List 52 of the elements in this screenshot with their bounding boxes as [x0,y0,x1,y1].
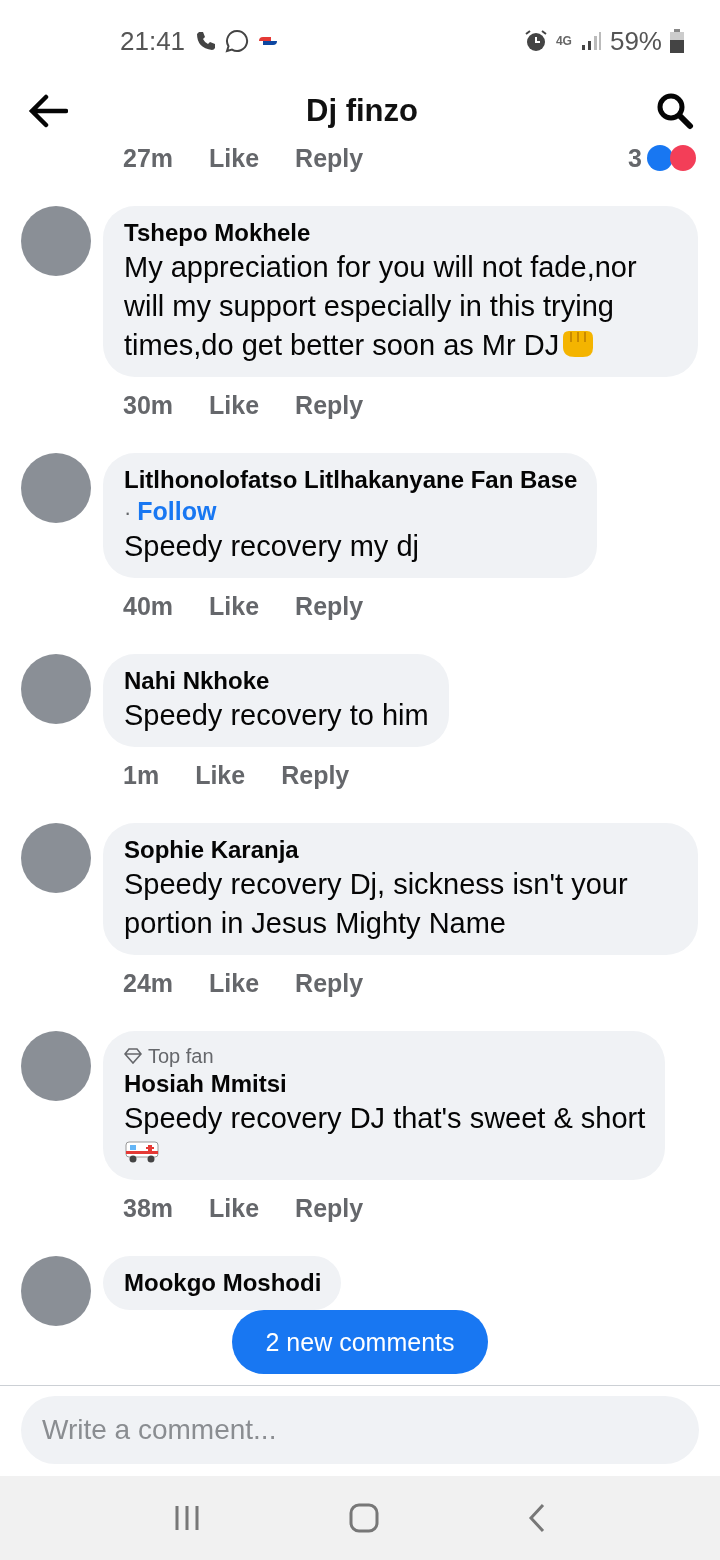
top-fan-label: Top fan [148,1044,214,1069]
signal-icon [579,30,602,52]
battery-icon [670,29,684,53]
commenter-name[interactable]: Sophie Karanja [124,835,678,865]
commenter-name[interactable]: Nahi Nkhoke [124,666,429,696]
reply-link[interactable]: Reply [295,390,364,420]
comment-text: My appreciation for you will not fade,nor will my support especially in this trying times,do get better soon as Mr DJ [124,251,637,361]
reply-link[interactable]: Reply [295,968,364,998]
like-link[interactable]: Like [209,143,260,173]
network-type: 4G [555,34,572,48]
like-link[interactable]: Like [209,591,260,621]
comment-text: Speedy recovery my dj [124,530,419,562]
app-logo-icon [257,35,280,47]
diamond-icon [124,1048,142,1064]
reply-link[interactable]: Reply [295,143,364,173]
comment-text: Speedy recovery DJ that's sweet & short [124,1102,646,1134]
commenter-name[interactable]: Mookgo Moshodi [124,1268,322,1298]
back-arrow-icon[interactable] [28,94,68,128]
comment-text: Speedy recovery Dj, sickness isn't your portion in Jesus Mighty Name [124,868,628,939]
like-link[interactable]: Like [209,390,260,420]
separator-dot: · [124,500,132,525]
reply-link[interactable]: Reply [281,760,350,790]
comment-time: 27m [123,143,174,173]
reply-link[interactable]: Reply [295,1193,364,1223]
commenter-name[interactable]: Litlhonolofatso Litlhakanyane Fan Base [124,465,578,495]
search-icon[interactable] [656,92,694,130]
new-comments-button[interactable]: 2 new comments [232,1310,488,1374]
reaction-icons [646,144,698,172]
like-link[interactable]: Like [209,968,260,998]
like-link[interactable]: Like [209,1193,260,1223]
commenter-name[interactable]: Hosiah Mmitsi [124,1069,646,1099]
commenter-name[interactable]: Tshepo Mokhele [124,218,678,248]
comment-time: 1m [123,760,160,790]
comment-input[interactable]: Write a comment... [21,1396,699,1464]
reaction-count: 3 [628,143,642,173]
phone-icon [195,30,218,52]
page-title: Dj finzo [305,93,419,129]
alarm-icon [523,29,548,53]
recent-apps-icon[interactable] [173,1504,202,1532]
comment-text: Speedy recovery to him [124,699,429,731]
home-icon[interactable] [348,1502,380,1534]
reply-link[interactable]: Reply [295,591,364,621]
comment-time: 24m [123,968,174,998]
comment-time: 38m [123,1193,174,1223]
battery-percent: 59% [609,25,662,57]
chat-bubble-icon [225,29,250,53]
like-link[interactable]: Like [195,760,246,790]
follow-link[interactable]: Follow [137,497,217,525]
comment-time: 40m [123,591,174,621]
status-time: 21:41 [120,25,186,57]
back-icon[interactable] [526,1503,547,1533]
comment-time: 30m [123,390,174,420]
